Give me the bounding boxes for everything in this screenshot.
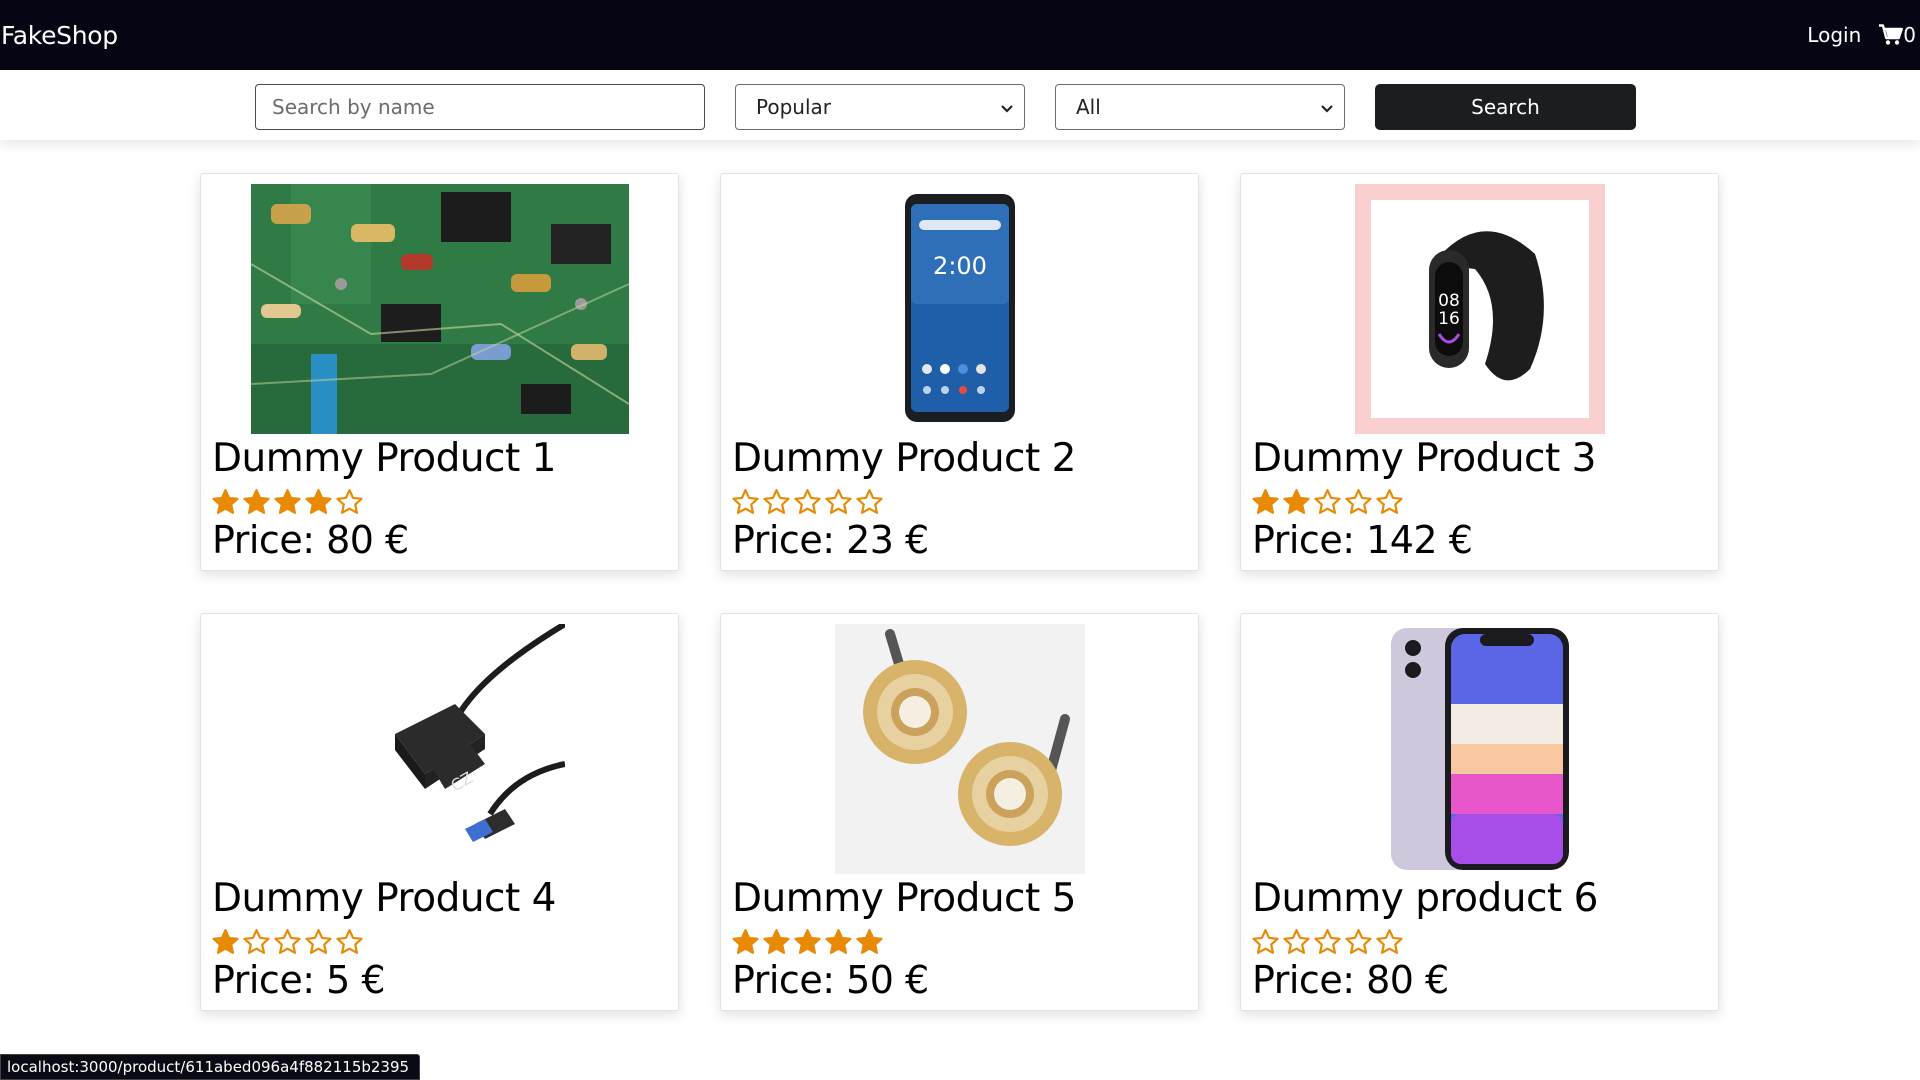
star-empty-icon (1345, 929, 1372, 954)
brand-logo-link[interactable]: FakeShop (1, 21, 118, 50)
product-price: Price: 50 € (732, 958, 929, 1002)
svg-text:16: 16 (1438, 309, 1460, 329)
filter-bar: Popular All Search (0, 70, 1920, 140)
product-card[interactable]: CZ Dummy Product 4 Price: 5 € (200, 613, 679, 1011)
product-price: Price: 142 € (1252, 518, 1473, 562)
product-title[interactable]: Dummy Product 2 (732, 436, 1077, 481)
star-empty-icon (243, 929, 270, 954)
star-empty-icon (305, 929, 332, 954)
star-empty-icon (1252, 929, 1279, 954)
login-link[interactable]: Login (1807, 23, 1861, 47)
star-filled-icon (212, 489, 239, 514)
product-title[interactable]: Dummy product 6 (1252, 876, 1598, 921)
product-image-iphone (1354, 624, 1605, 874)
cart-icon (1879, 24, 1904, 46)
star-filled-icon (1283, 489, 1310, 514)
cart-link[interactable]: 0 (1879, 23, 1916, 47)
star-rating (1251, 928, 1404, 957)
star-empty-icon (336, 489, 363, 514)
star-empty-icon (1314, 489, 1341, 514)
product-card[interactable]: 2:00 Dummy Product 2 Price: 23 € (720, 173, 1199, 571)
product-card[interactable]: Dummy Product 1 Price: 80 € (200, 173, 679, 571)
star-rating (1251, 488, 1404, 517)
product-image-smartphone: 2:00 (834, 184, 1085, 434)
product-title[interactable]: Dummy Product 5 (732, 876, 1077, 921)
product-image-sata-usb-adapter: CZ (314, 624, 565, 874)
product-price: Price: 5 € (212, 958, 386, 1002)
product-title[interactable]: Dummy Product 4 (212, 876, 557, 921)
product-image-circuit-board (250, 184, 629, 434)
star-filled-icon (212, 929, 239, 954)
chevron-down-icon (1000, 95, 1014, 119)
star-empty-icon (1345, 489, 1372, 514)
star-empty-icon (732, 489, 759, 514)
star-empty-icon (1314, 929, 1341, 954)
search-button[interactable]: Search (1375, 84, 1636, 130)
star-rating (731, 928, 884, 957)
star-filled-icon (1252, 489, 1279, 514)
category-select-value: All (1076, 95, 1101, 119)
star-rating (211, 928, 364, 957)
svg-text:08: 08 (1438, 291, 1460, 311)
star-filled-icon (305, 489, 332, 514)
star-empty-icon (1376, 489, 1403, 514)
search-input[interactable] (255, 84, 705, 130)
product-price: Price: 23 € (732, 518, 929, 562)
star-empty-icon (1283, 929, 1310, 954)
product-title[interactable]: Dummy Product 3 (1252, 436, 1597, 481)
link-status-bar: localhost:3000/product/611abed096a4f8821… (0, 1054, 421, 1080)
sort-select-value: Popular (756, 95, 831, 119)
product-title[interactable]: Dummy Product 1 (212, 436, 557, 481)
star-empty-icon (856, 489, 883, 514)
sort-select[interactable]: Popular (735, 84, 1025, 130)
star-empty-icon (336, 929, 363, 954)
star-filled-icon (274, 489, 301, 514)
product-card[interactable]: Dummy product 6 Price: 80 € (1240, 613, 1719, 1011)
star-empty-icon (794, 489, 821, 514)
product-price: Price: 80 € (212, 518, 409, 562)
star-rating (731, 488, 884, 517)
svg-text:2:00: 2:00 (933, 252, 987, 280)
star-rating (211, 488, 364, 517)
product-card[interactable]: 08 16 Dummy Product 3 Price: 142 € (1240, 173, 1719, 571)
top-navbar: FakeShop Login 0 (0, 0, 1920, 70)
star-filled-icon (243, 489, 270, 514)
category-select[interactable]: All (1055, 84, 1345, 130)
star-filled-icon (825, 929, 852, 954)
star-empty-icon (1376, 929, 1403, 954)
star-empty-icon (763, 489, 790, 514)
navbar-actions: Login 0 (1807, 23, 1920, 47)
star-filled-icon (856, 929, 883, 954)
star-filled-icon (732, 929, 759, 954)
star-empty-icon (274, 929, 301, 954)
product-image-hair-clips (834, 624, 1085, 874)
cart-count: 0 (1903, 23, 1916, 47)
star-filled-icon (763, 929, 790, 954)
star-filled-icon (794, 929, 821, 954)
product-price: Price: 80 € (1252, 958, 1449, 1002)
chevron-down-icon (1320, 95, 1334, 119)
product-card[interactable]: Dummy Product 5 Price: 50 € (720, 613, 1199, 1011)
product-image-fitness-band: 08 16 (1354, 184, 1605, 434)
star-empty-icon (825, 489, 852, 514)
